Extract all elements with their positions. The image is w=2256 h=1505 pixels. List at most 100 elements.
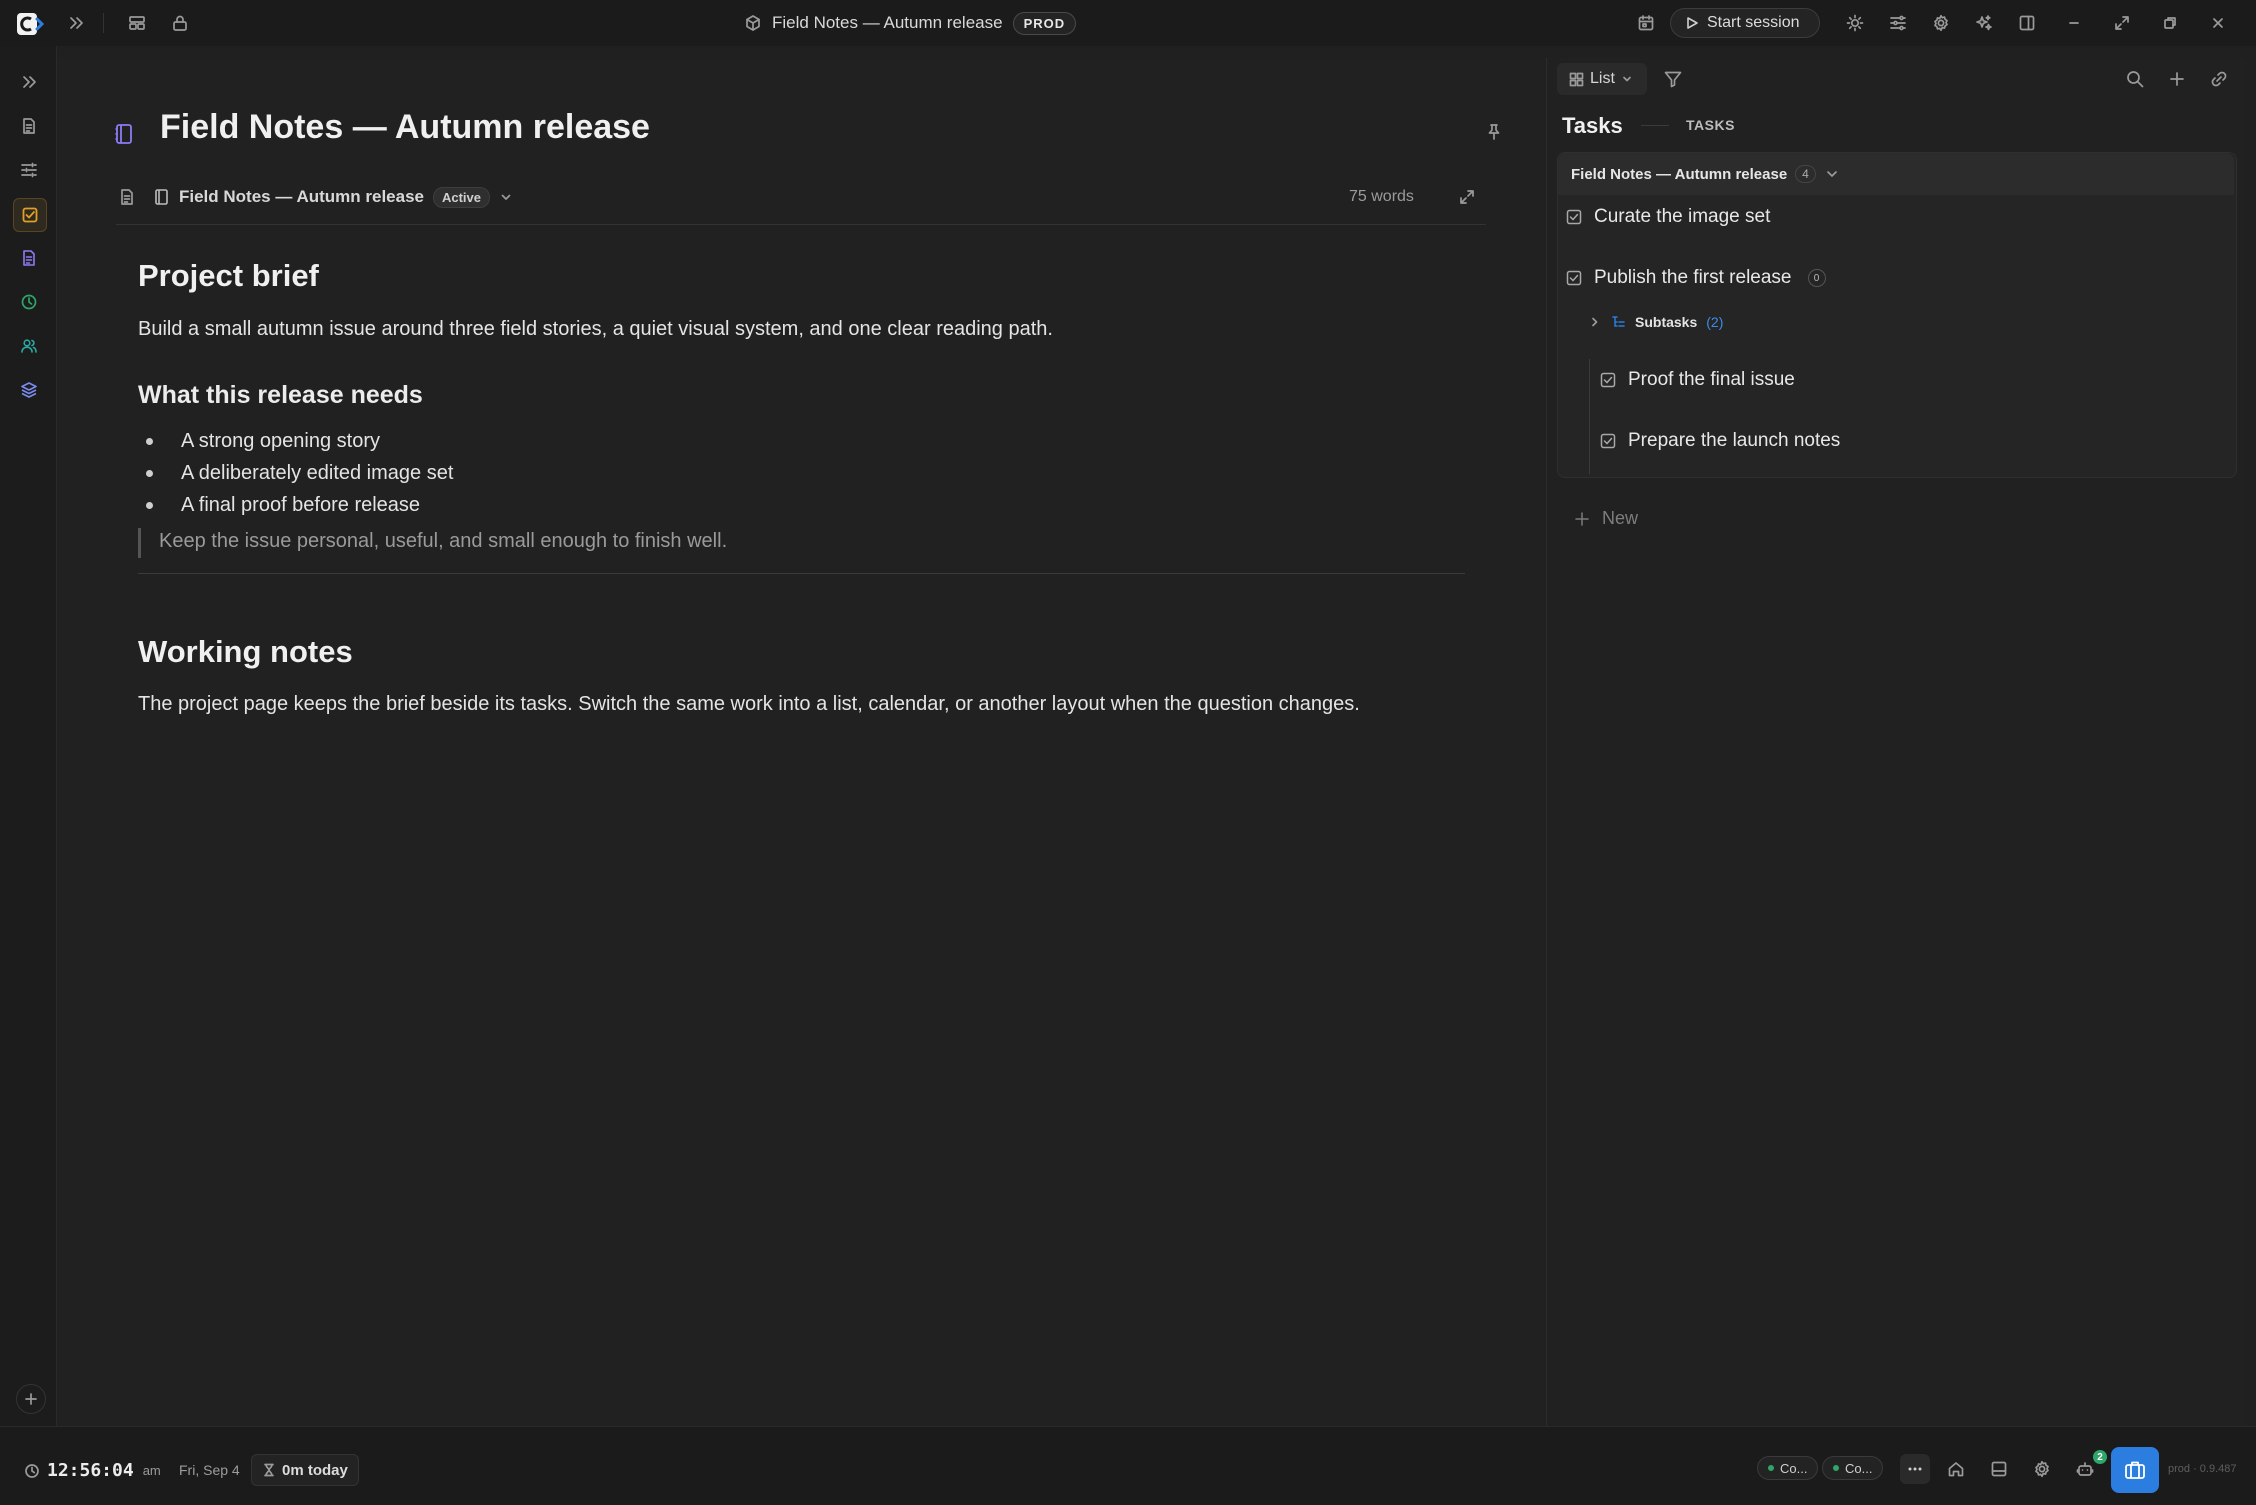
notification-badge: 2	[2093, 1450, 2107, 1464]
minimize-icon[interactable]	[2061, 10, 2087, 36]
tab-tasks[interactable]: TASKS	[1686, 117, 1735, 133]
task-checkbox-icon[interactable]	[1600, 433, 1616, 449]
word-count: 75 words	[1349, 188, 1414, 205]
more-icon[interactable]	[1900, 1454, 1930, 1484]
notebook-icon	[155, 189, 168, 205]
subtasks-label: Subtasks	[1635, 314, 1698, 330]
subtask-row[interactable]: Prepare the launch notes	[1600, 430, 1840, 452]
horizontal-rule	[138, 573, 1465, 574]
breadcrumb[interactable]: Field Notes — Autumn release Active	[152, 184, 513, 210]
hourglass-icon	[264, 1463, 274, 1477]
chevron-right-icon	[1592, 317, 1598, 327]
start-session-label: Start session	[1707, 14, 1800, 31]
heading-working-notes[interactable]: Working notes	[138, 634, 353, 670]
date-label: Fri, Sep 4	[179, 1462, 240, 1478]
pin-icon[interactable]	[1482, 120, 1506, 144]
clock-icon[interactable]	[13, 286, 45, 318]
bullet-dot	[146, 438, 153, 445]
connection-pill[interactable]: Co...	[1822, 1456, 1884, 1480]
task-checkbox-icon[interactable]	[1600, 372, 1616, 388]
heading-project-brief[interactable]: Project brief	[138, 258, 319, 294]
close-icon[interactable]	[2205, 10, 2231, 36]
task-group-title: Field Notes — Autumn release	[1571, 165, 1788, 183]
briefcase-button[interactable]	[2111, 1447, 2159, 1493]
view-switcher[interactable]: List	[1557, 63, 1647, 95]
lock-icon[interactable]	[167, 10, 193, 36]
chevron-down-icon	[1623, 76, 1631, 82]
task-row[interactable]: Curate the image set	[1566, 206, 1770, 228]
link-icon[interactable]	[2206, 66, 2232, 92]
list-item-text: A final proof before release	[181, 494, 421, 516]
heading-release-needs[interactable]: What this release needs	[138, 381, 423, 410]
task-badge: 0	[1807, 269, 1826, 287]
app-logo[interactable]	[14, 9, 44, 39]
task-group-count: 4	[1795, 165, 1816, 183]
expand-icon[interactable]	[1458, 188, 1476, 206]
clock-widget[interactable]: 12:56:04 am	[24, 1460, 161, 1481]
people-icon[interactable]	[13, 330, 45, 362]
brief-paragraph[interactable]: Build a small autumn issue around three …	[138, 318, 1053, 341]
notes-paragraph[interactable]: The project page keeps the brief beside …	[138, 693, 1360, 716]
tasks-icon[interactable]	[13, 198, 47, 232]
task-title: Curate the image set	[1594, 206, 1771, 227]
quote-bar	[138, 528, 141, 558]
status-dot	[1833, 1465, 1839, 1471]
task-checkbox-icon[interactable]	[1566, 270, 1582, 286]
filter-icon[interactable]	[1660, 66, 1686, 92]
bullet-dot	[146, 470, 153, 477]
subtask-row[interactable]: Proof the final issue	[1600, 369, 1795, 391]
document-icon[interactable]	[13, 242, 45, 274]
task-checkbox-icon[interactable]	[1566, 209, 1582, 225]
restore-icon[interactable]	[2157, 10, 2183, 36]
subtask-title: Prepare the launch notes	[1628, 430, 1841, 451]
task-group-header-content: Field Notes — Autumn release 4	[1571, 165, 1840, 183]
chevron-down-icon[interactable]	[499, 190, 513, 204]
page-meta-row: Field Notes — Autumn release Active 75 w…	[116, 182, 1486, 214]
layout-icon[interactable]	[124, 10, 150, 36]
gear-icon[interactable]	[1928, 10, 1954, 36]
plus-icon	[1575, 511, 1589, 526]
sliders-icon[interactable]	[1885, 10, 1911, 36]
notebook-icon	[112, 122, 136, 146]
time-today-button[interactable]: 0m today	[251, 1454, 359, 1486]
sun-icon[interactable]	[1842, 10, 1868, 36]
panel-bottom-icon[interactable]	[1984, 1454, 2014, 1484]
cube-icon	[746, 15, 760, 31]
start-session-button[interactable]: Start session	[1670, 8, 1820, 38]
maximize-icon[interactable]	[2109, 10, 2135, 36]
time-today-label: 0m today	[282, 1461, 348, 1479]
add-icon[interactable]	[16, 1384, 46, 1414]
new-task-button[interactable]: New	[1574, 508, 1638, 529]
pages-icon[interactable]	[13, 110, 45, 142]
list-item-text: A deliberately edited image set	[181, 462, 454, 484]
sparkles-icon[interactable]	[1971, 10, 1997, 36]
home-icon[interactable]	[1941, 1454, 1971, 1484]
filters-icon[interactable]	[13, 154, 45, 186]
status-badge: Active	[432, 186, 491, 208]
blockquote[interactable]: Keep the issue personal, useful, and sma…	[159, 530, 727, 553]
title-separator	[1641, 125, 1669, 126]
calendar-icon[interactable]	[1633, 10, 1659, 36]
page-icon	[121, 189, 133, 205]
split-pane-icon[interactable]	[2014, 10, 2040, 36]
search-icon[interactable]	[2122, 66, 2148, 92]
page-title[interactable]: Field Notes — Autumn release	[160, 108, 650, 147]
task-row[interactable]: Publish the first release 0	[1566, 267, 1826, 289]
subtasks-toggle[interactable]: Subtasks (2)	[1589, 314, 1723, 330]
layers-icon[interactable]	[13, 374, 45, 406]
bullet-dot	[146, 502, 153, 509]
breadcrumb-title: Field Notes — Autumn release	[179, 187, 424, 206]
expand-sidebar-icon[interactable]	[63, 10, 89, 36]
chevron-down-icon[interactable]	[1824, 166, 1840, 182]
clock-icon	[25, 1463, 39, 1478]
window-title: Field Notes — Autumn release	[772, 13, 1003, 32]
briefcase-icon	[2125, 1461, 2145, 1479]
settings-icon[interactable]	[2027, 1454, 2057, 1484]
subtask-guide-line	[1589, 359, 1590, 474]
toolbar-divider	[103, 13, 104, 33]
collapse-rail-icon[interactable]	[13, 66, 45, 98]
subtasks-icon	[1612, 316, 1625, 327]
connection-pill[interactable]: Co...	[1757, 1456, 1819, 1480]
add-task-icon[interactable]	[2164, 66, 2190, 92]
play-icon	[1687, 17, 1698, 29]
